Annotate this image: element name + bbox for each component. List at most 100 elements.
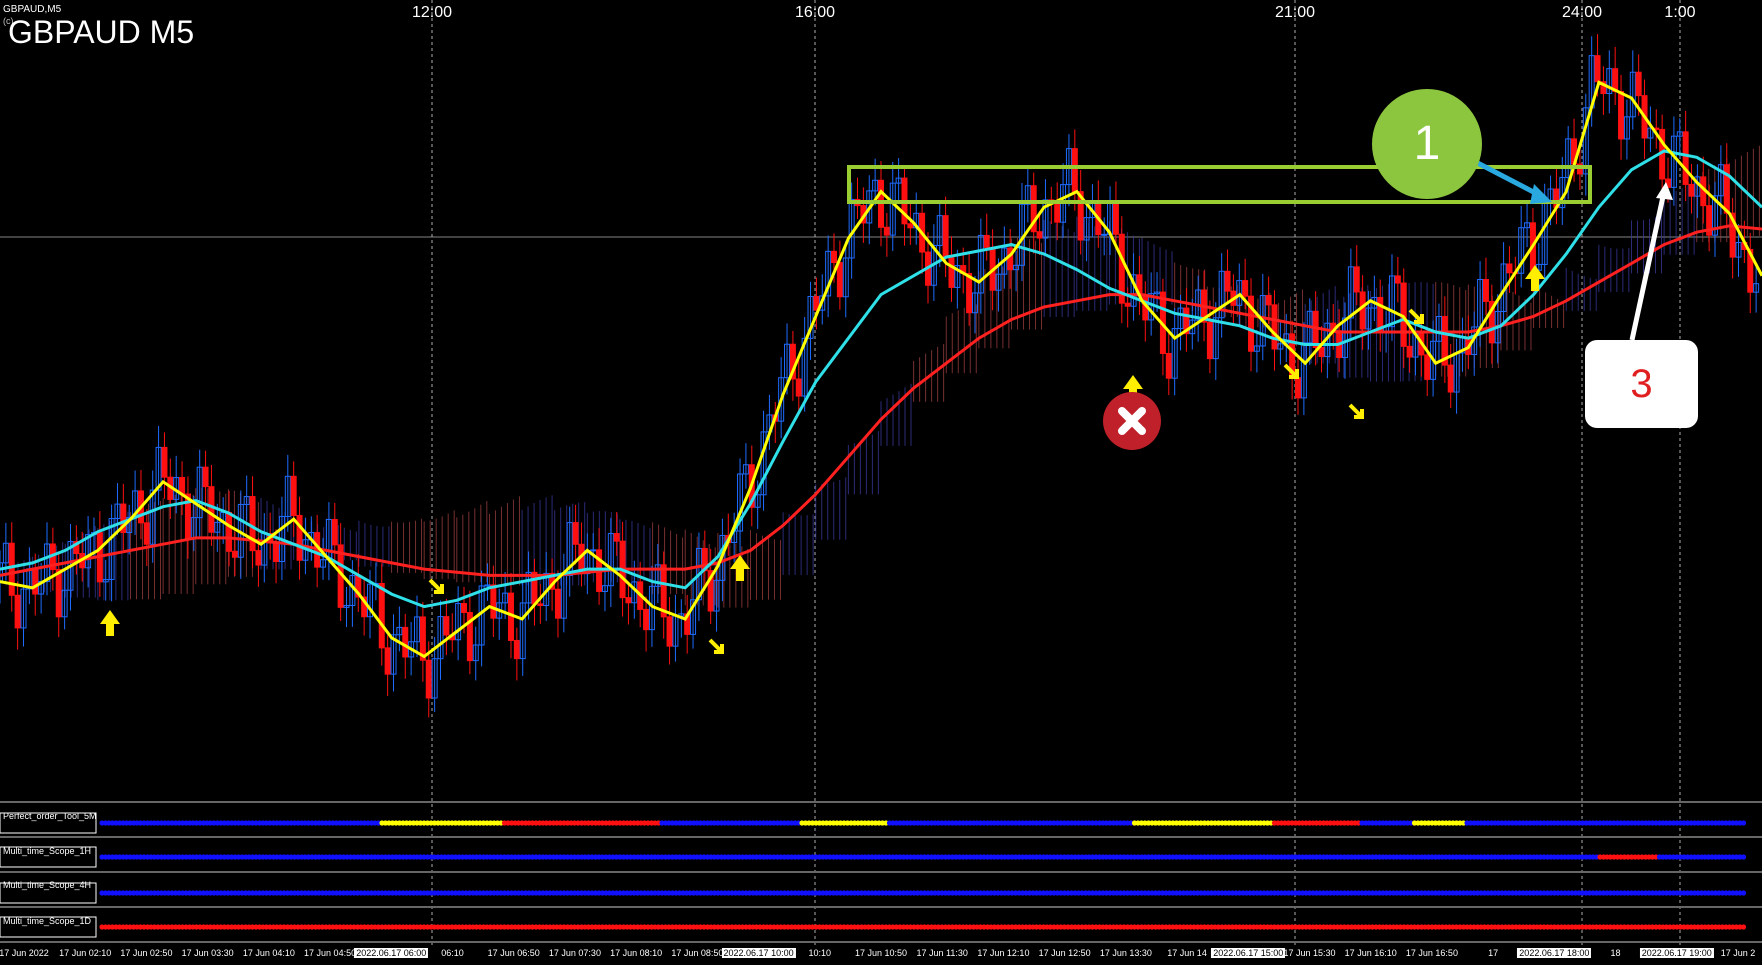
time-label-1600: 16:00 bbox=[794, 4, 836, 21]
indicator-dot bbox=[1740, 820, 1747, 826]
candle-body bbox=[208, 486, 215, 533]
candle-body bbox=[1071, 148, 1078, 193]
candle-body bbox=[32, 568, 39, 595]
x-axis-tick: 17 Jun 03:30 bbox=[181, 948, 234, 958]
candle-body bbox=[1594, 55, 1601, 83]
candle-body bbox=[1506, 263, 1513, 274]
indicator-dot bbox=[1740, 854, 1747, 860]
x-axis-tick: 17 Jun 10:50 bbox=[854, 948, 908, 958]
time-label-2400: 24:00 bbox=[1561, 4, 1603, 21]
candle-body bbox=[1165, 352, 1172, 379]
panel-label-scope-1h: Multi_time_Scope_1H bbox=[3, 846, 92, 856]
time-label-1200: 12:00 bbox=[411, 4, 453, 21]
down-arrow-icon bbox=[708, 638, 724, 654]
candle-body bbox=[290, 475, 297, 516]
candle-body bbox=[1424, 354, 1431, 380]
candle-body bbox=[1482, 279, 1489, 302]
candle-body bbox=[513, 639, 520, 660]
candle-body bbox=[1406, 345, 1413, 358]
callout-3: 3 bbox=[1585, 340, 1698, 428]
x-axis-tick: 17 Jun 2 bbox=[1720, 948, 1756, 958]
indicator-dot bbox=[1740, 890, 1747, 896]
candle-body bbox=[14, 594, 21, 629]
candle-body bbox=[1394, 275, 1401, 284]
callout-3-arrow bbox=[1629, 191, 1667, 341]
candle-body bbox=[1353, 266, 1360, 293]
candle-body bbox=[625, 597, 632, 604]
candle-body bbox=[255, 550, 262, 566]
candle-body bbox=[331, 518, 338, 546]
panel-label-scope-1d: Multi_time_Scope_1D bbox=[3, 916, 92, 926]
x-axis-tick: 17 bbox=[1488, 948, 1499, 958]
candle-body bbox=[948, 257, 955, 288]
candle-body bbox=[1688, 183, 1695, 197]
up-arrow-icon bbox=[1525, 265, 1545, 291]
x-axis-tick: 17 Jun 02:10 bbox=[59, 948, 112, 958]
candle-body bbox=[1101, 233, 1108, 236]
candle-body bbox=[1206, 321, 1213, 360]
candle-body bbox=[795, 378, 802, 397]
callout-1-arrowhead bbox=[1530, 184, 1552, 204]
candle-body bbox=[1265, 295, 1272, 306]
x-axis-tick: 2022.06.17 10:00 bbox=[721, 948, 796, 958]
x-axis-tick: 17 Jun 08:50 bbox=[671, 948, 724, 958]
panel-label-scope-4h: Multi_time_Scope_4H bbox=[3, 880, 92, 890]
close-x-icon bbox=[1103, 392, 1161, 450]
candle-body bbox=[460, 603, 467, 613]
candle-body bbox=[55, 569, 62, 618]
candle-body bbox=[590, 549, 597, 552]
candle-body bbox=[273, 542, 280, 563]
candle-body bbox=[1242, 280, 1249, 297]
candle-body bbox=[613, 533, 620, 542]
chart-window: GBPAUD,M5 (c) GBPAUD M5 12:00 16:00 21:0… bbox=[0, 0, 1762, 965]
candle-body bbox=[1635, 71, 1642, 97]
resistance-box bbox=[847, 165, 1592, 204]
candle-body bbox=[490, 584, 497, 619]
candle-body bbox=[983, 234, 990, 248]
x-axis-tick: 17 Jun 16:10 bbox=[1344, 948, 1397, 958]
candle-body bbox=[883, 226, 890, 236]
x-axis-tick: 2022.06.17 19:00 bbox=[1639, 948, 1714, 958]
candle-body bbox=[378, 582, 385, 649]
time-label-0100: 1:00 bbox=[1664, 4, 1696, 21]
candle-body bbox=[402, 626, 409, 658]
panel-label-perfect-order: Perfect_order_Tool_5M bbox=[3, 811, 97, 821]
candles bbox=[0, 34, 1760, 718]
candle-body bbox=[1124, 302, 1131, 307]
candle-body bbox=[1359, 291, 1366, 330]
candle-body bbox=[1112, 202, 1119, 235]
candle-body bbox=[1618, 90, 1625, 140]
symbol-title: GBPAUD M5 bbox=[8, 14, 195, 50]
grid bbox=[0, 0, 1762, 945]
candle-body bbox=[554, 588, 561, 619]
up-arrow-icon bbox=[100, 610, 120, 636]
candle-body bbox=[1682, 131, 1689, 185]
x-axis-tick: 17 Jun 16:50 bbox=[1405, 948, 1458, 958]
x-axis-tick: 17 Jun 04:10 bbox=[242, 948, 295, 958]
x-axis-tick: 17 Jun 15:30 bbox=[1283, 948, 1336, 958]
candle-body bbox=[1271, 304, 1278, 350]
candle-body bbox=[572, 522, 579, 545]
x-axis-tick: 17 Jun 14 bbox=[1167, 948, 1207, 958]
indicator-dots bbox=[0, 812, 1747, 938]
candle-body bbox=[1054, 201, 1061, 223]
candle-body bbox=[249, 496, 256, 552]
x-axis-tick: 10:10 bbox=[808, 948, 832, 958]
candle-body bbox=[1295, 377, 1302, 399]
x-axis-tick: 2022.06.17 06:00 bbox=[354, 948, 429, 958]
indicator-dot bbox=[1740, 924, 1747, 930]
candle-body bbox=[537, 603, 544, 606]
x-axis-tick: 17 Jun 12:50 bbox=[1038, 948, 1091, 958]
candle-body bbox=[425, 659, 432, 699]
x-axis-tick: 2022.06.17 18:00 bbox=[1517, 948, 1592, 958]
candle-body bbox=[202, 466, 209, 488]
candle-body bbox=[643, 608, 650, 631]
x-axis-tick: 17 Jun 2022 bbox=[0, 948, 49, 958]
time-label-2100: 21:00 bbox=[1274, 4, 1316, 21]
x-axis-tick: 17 Jun 12:10 bbox=[977, 948, 1030, 958]
x-axis-tick: 17 Jun 11:30 bbox=[916, 948, 968, 958]
candle-body bbox=[907, 223, 914, 229]
up-arrow-icon bbox=[730, 555, 750, 581]
down-arrow-icon bbox=[1348, 403, 1364, 419]
candle-body bbox=[1224, 270, 1231, 292]
